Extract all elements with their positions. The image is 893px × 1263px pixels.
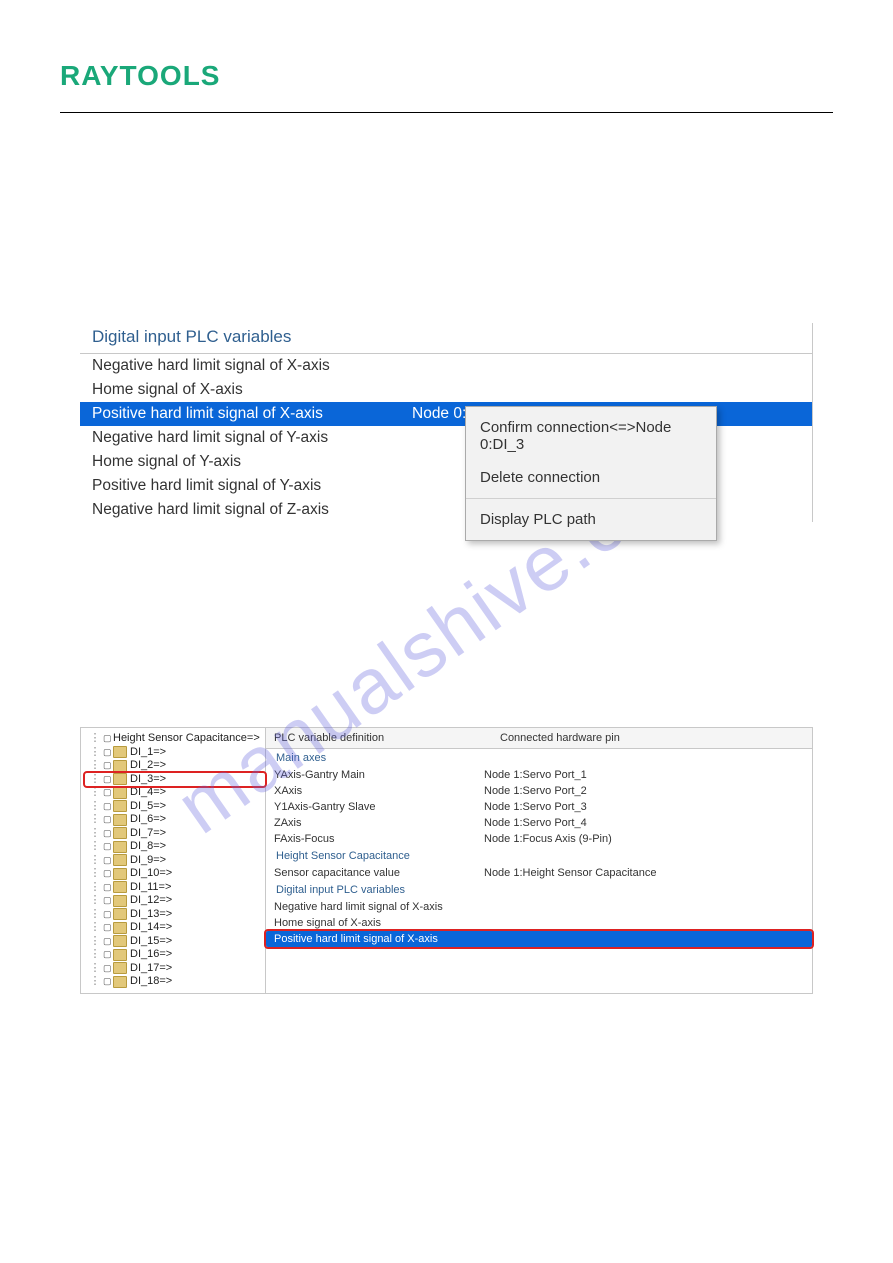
- cell-pin: Node 1:Servo Port_4: [484, 817, 804, 829]
- logo-part2: TOOLS: [120, 60, 221, 91]
- row-label: Home signal of X-axis: [92, 381, 412, 399]
- tree-node[interactable]: ⋮▢DI_11=>: [85, 881, 265, 895]
- plc-table: PLC variable definition Connected hardwa…: [266, 728, 812, 993]
- cell-variable: FAxis-Focus: [274, 833, 484, 845]
- row-label: Negative hard limit signal of Z-axis: [92, 501, 412, 519]
- table-row[interactable]: Y1Axis-Gantry SlaveNode 1:Servo Port_3: [266, 799, 812, 815]
- section-title: Digital input PLC variables: [80, 323, 812, 354]
- tree-node-label: DI_8=>: [130, 840, 166, 854]
- cell-variable: ZAxis: [274, 817, 484, 829]
- tree-node-label: DI_7=>: [130, 827, 166, 841]
- plc-variables-panel: Digital input PLC variables Negative har…: [80, 323, 813, 522]
- plc-variable-row[interactable]: Negative hard limit signal of X-axis: [80, 354, 812, 378]
- cell-pin: Node 1:Focus Axis (9-Pin): [484, 833, 804, 845]
- cell-variable: XAxis: [274, 785, 484, 797]
- table-row[interactable]: Sensor capacitance valueNode 1:Height Se…: [266, 865, 812, 881]
- tree-node[interactable]: ⋮▢DI_18=>: [85, 975, 265, 989]
- tree-node[interactable]: ⋮▢DI_8=>: [85, 840, 265, 854]
- tree-node[interactable]: ⋮▢DI_13=>: [85, 908, 265, 922]
- menu-display-plc-path[interactable]: Display PLC path: [466, 503, 716, 536]
- logo-part1: RAY: [60, 60, 120, 91]
- tree-node-label: DI_3=>: [130, 773, 166, 787]
- tree-node[interactable]: ⋮▢DI_16=>: [85, 948, 265, 962]
- tree-node[interactable]: ⋮▢DI_17=>: [85, 962, 265, 976]
- tree-node[interactable]: ⋮▢DI_14=>: [85, 921, 265, 935]
- table-row[interactable]: FAxis-FocusNode 1:Focus Axis (9-Pin): [266, 831, 812, 847]
- tree-node[interactable]: ⋮▢DI_3=>: [85, 773, 265, 787]
- cell-variable: YAxis-Gantry Main: [274, 769, 484, 781]
- row-label: Positive hard limit signal of Y-axis: [92, 477, 412, 495]
- cell-variable: Negative hard limit signal of X-axis: [274, 901, 484, 913]
- tree-node[interactable]: ⋮▢DI_4=>: [85, 786, 265, 800]
- plc-variable-row[interactable]: Home signal of X-axis: [80, 378, 812, 402]
- row-label: Positive hard limit signal of X-axis: [92, 405, 412, 423]
- cell-variable: Home signal of X-axis: [274, 917, 484, 929]
- tree-node-label: DI_10=>: [130, 867, 172, 881]
- tree-node[interactable]: ⋮▢DI_6=>: [85, 813, 265, 827]
- cell-pin: Node 1:Height Sensor Capacitance: [484, 867, 804, 879]
- tree-node-label: DI_1=>: [130, 746, 166, 760]
- table-row[interactable]: Positive hard limit signal of X-axis: [266, 931, 812, 947]
- tree-node-label: DI_17=>: [130, 962, 172, 976]
- tree-node[interactable]: ⋮▢DI_9=>: [85, 854, 265, 868]
- cell-pin: [484, 917, 804, 929]
- brand-logo: RAYTOOLS: [60, 60, 833, 92]
- tree-node-label: DI_5=>: [130, 800, 166, 814]
- tree-node[interactable]: ⋮▢DI_1=>: [85, 746, 265, 760]
- tree-node-label: DI_11=>: [130, 881, 171, 895]
- tree-node[interactable]: ⋮▢DI_15=>: [85, 935, 265, 949]
- cell-pin: Node 1:Servo Port_2: [484, 785, 804, 797]
- tree-node-label: DI_2=>: [130, 759, 166, 773]
- tree-node-label: DI_9=>: [130, 854, 166, 868]
- context-menu: Confirm connection<=>Node 0:DI_3 Delete …: [465, 406, 717, 541]
- table-section-title: Main axes: [266, 749, 812, 767]
- table-row[interactable]: ZAxisNode 1:Servo Port_4: [266, 815, 812, 831]
- table-row[interactable]: Negative hard limit signal of X-axis: [266, 899, 812, 915]
- table-section-title: Height Sensor Capacitance: [266, 847, 812, 865]
- table-row[interactable]: XAxisNode 1:Servo Port_2: [266, 783, 812, 799]
- table-row[interactable]: YAxis-Gantry MainNode 1:Servo Port_1: [266, 767, 812, 783]
- table-section-title: Digital input PLC variables: [266, 881, 812, 899]
- menu-confirm-connection[interactable]: Confirm connection<=>Node 0:DI_3: [466, 411, 716, 461]
- tree-node-label: DI_16=>: [130, 948, 172, 962]
- col-plc-variable: PLC variable definition: [266, 728, 492, 748]
- tree-node[interactable]: ⋮▢DI_5=>: [85, 800, 265, 814]
- row-label: Negative hard limit signal of Y-axis: [92, 429, 412, 447]
- tree-node-label: DI_14=>: [130, 921, 172, 935]
- header-divider: [60, 112, 833, 113]
- cell-pin: [484, 901, 804, 913]
- tree-node-label: DI_12=>: [130, 894, 172, 908]
- tree-root-label: Height Sensor Capacitance=>: [113, 732, 260, 746]
- col-hardware-pin: Connected hardware pin: [492, 728, 812, 748]
- menu-delete-connection[interactable]: Delete connection: [466, 461, 716, 494]
- tree-node-label: DI_18=>: [130, 975, 172, 989]
- cell-variable: Positive hard limit signal of X-axis: [274, 933, 484, 945]
- tree-node-label: DI_4=>: [130, 786, 166, 800]
- tree-root[interactable]: ⋮▢ Height Sensor Capacitance=>: [85, 732, 265, 746]
- row-label: Home signal of Y-axis: [92, 453, 412, 471]
- tree-node[interactable]: ⋮▢DI_7=>: [85, 827, 265, 841]
- tree-node[interactable]: ⋮▢DI_2=>: [85, 759, 265, 773]
- cell-pin: Node 1:Servo Port_3: [484, 801, 804, 813]
- tree-node-label: DI_13=>: [130, 908, 172, 922]
- row-label: Negative hard limit signal of X-axis: [92, 357, 412, 375]
- menu-separator: [466, 498, 716, 499]
- table-header: PLC variable definition Connected hardwa…: [266, 728, 812, 749]
- cell-pin: [484, 933, 804, 945]
- tree-node-label: DI_15=>: [130, 935, 172, 949]
- tree-node[interactable]: ⋮▢DI_12=>: [85, 894, 265, 908]
- hardware-tree: ⋮▢ Height Sensor Capacitance=> ⋮▢DI_1=>⋮…: [81, 728, 266, 993]
- plc-config-window: ⋮▢ Height Sensor Capacitance=> ⋮▢DI_1=>⋮…: [80, 727, 813, 994]
- tree-node-label: DI_6=>: [130, 813, 166, 827]
- cell-variable: Sensor capacitance value: [274, 867, 484, 879]
- table-row[interactable]: Home signal of X-axis: [266, 915, 812, 931]
- cell-variable: Y1Axis-Gantry Slave: [274, 801, 484, 813]
- tree-node[interactable]: ⋮▢DI_10=>: [85, 867, 265, 881]
- cell-pin: Node 1:Servo Port_1: [484, 769, 804, 781]
